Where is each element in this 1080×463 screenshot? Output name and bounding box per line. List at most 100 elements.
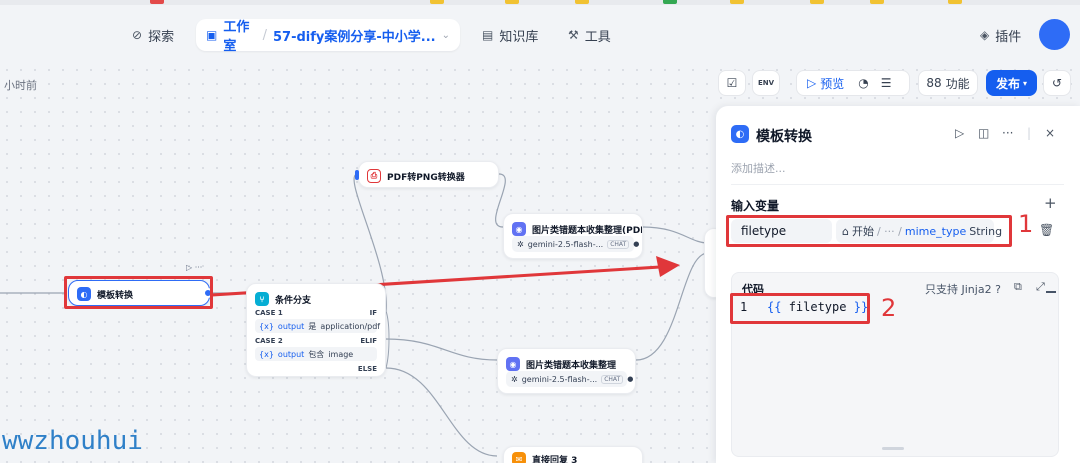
llm-icon: ◉ — [512, 222, 526, 236]
condition-1[interactable]: {x} output 是 application/pdf — [255, 319, 381, 333]
scrollbar[interactable] — [1046, 291, 1056, 293]
condition-2[interactable]: {x} output 包含 image — [255, 347, 377, 361]
checklist-button[interactable]: ☑ — [718, 70, 746, 96]
workflow-canvas[interactable]: 小时前 ☑ ENV ▷ 预览 ◔ ☰ 88 功能 发布 ▾ ↺ ⎙ PDF转PN… — [0, 63, 1080, 463]
node-run-icon[interactable]: ▷ ··· — [186, 263, 202, 272]
cube-icon: ◈ — [980, 28, 990, 42]
nav-plugins-label: 插件 — [995, 29, 1022, 45]
gemini-icon: ✲ — [511, 374, 518, 384]
panel-title[interactable]: 模板转换 — [756, 126, 812, 146]
pdf-icon: ⎙ — [367, 169, 381, 183]
publish-button[interactable]: 发布 ▾ — [986, 70, 1037, 96]
branch-icon: ⑂ — [255, 292, 269, 306]
expand-icon[interactable]: ⤢ — [1036, 280, 1045, 294]
jinja-note-text: 只支持 Jinja2 — [925, 283, 992, 296]
condition-operator: 包含 — [308, 349, 325, 359]
breadcrumb-separator: / — [262, 27, 268, 43]
features-icon: 88 — [926, 76, 942, 90]
case-label: CASE 1 — [255, 309, 283, 317]
annotation-box — [726, 215, 1012, 247]
bookmark-icon[interactable] — [870, 0, 884, 4]
chat-badge: CHAT — [607, 239, 630, 249]
case-label: CASE 2 — [255, 337, 283, 345]
node-title: 图片类错题本收集整理(PDF转 — [532, 225, 642, 236]
copy-icon[interactable]: ⧉ — [1014, 280, 1022, 294]
node-llm-image[interactable]: ◉ 图片类错题本收集整理 ✲ gemini-2.5-flash-... CHAT… — [497, 348, 636, 394]
history-icon: ↺ — [1051, 76, 1063, 90]
condition-value: image — [328, 349, 354, 359]
resize-handle[interactable] — [882, 447, 904, 450]
trash-icon[interactable]: 🗑 — [1039, 223, 1054, 237]
bookmark-icon[interactable] — [948, 0, 962, 4]
annotation-box — [64, 276, 213, 309]
condition-value: application/pdf — [320, 321, 381, 331]
nav-explore[interactable]: ⊘ 探索 — [132, 23, 174, 47]
node-settings-panel: ◐ 模板转换 ▷ ◫ ··· | × 添加描述... 输入变量 + filety… — [716, 106, 1080, 463]
nav-knowledge[interactable]: ▤ 知识库 — [482, 23, 538, 47]
else-label: ELSE — [357, 365, 377, 373]
run-icon[interactable]: ▷ — [955, 126, 964, 140]
node-input-port[interactable] — [355, 170, 359, 180]
env-button[interactable]: ENV — [752, 70, 780, 96]
help-icon[interactable]: ? — [995, 283, 1001, 296]
annotation-box — [730, 293, 870, 324]
bookmark-icon[interactable] — [150, 0, 164, 4]
nav-studio[interactable]: 工作室 — [223, 16, 256, 54]
studio-breadcrumb[interactable]: ▣ 工作室 / 57-dify案例分享-中小学... ⌄ — [196, 16, 460, 54]
condition-operator: 是 — [308, 321, 317, 331]
list-icon[interactable]: ☰ — [881, 76, 892, 90]
model-name: gemini-2.5-flash-... — [527, 239, 604, 249]
nav-explore-label: 探索 — [148, 29, 175, 45]
if-label: IF — [369, 309, 377, 317]
preview-group: ▷ 预览 ◔ ☰ — [796, 70, 910, 96]
bookmark-icon[interactable] — [663, 0, 677, 4]
version-history-button[interactable]: ↺ — [1043, 70, 1071, 96]
features-button[interactable]: 88 功能 — [918, 70, 978, 96]
eye-icon: ● — [633, 240, 640, 248]
divider: | — [1027, 126, 1032, 140]
node-title: 条件分支 — [275, 295, 312, 306]
edge — [385, 367, 498, 457]
divider — [731, 184, 1064, 185]
bookmark-icon[interactable] — [430, 0, 444, 4]
book-open-icon[interactable]: ◫ — [978, 126, 989, 140]
robot-icon: ▣ — [206, 28, 218, 42]
edge — [385, 338, 498, 361]
watermark: wwzhouhui — [2, 426, 143, 456]
compass-icon: ⊘ — [132, 28, 143, 42]
reply-icon: ✉ — [512, 452, 526, 463]
close-icon[interactable]: × — [1045, 126, 1055, 140]
avatar[interactable] — [1039, 19, 1070, 50]
jinja-note: 只支持 Jinja2 ? — [925, 281, 1001, 297]
llm-icon: ◉ — [506, 357, 520, 371]
publish-label: 发布 — [995, 76, 1020, 91]
variable-icon: {x} — [259, 321, 274, 331]
bookmark-icon[interactable] — [810, 0, 824, 4]
history-run-icon[interactable]: ◔ — [858, 76, 868, 90]
annotation-arrowhead — [656, 256, 680, 277]
bookmark-icon[interactable] — [730, 0, 744, 4]
node-if-else[interactable]: ⑂ 条件分支 CASE 1 IF {x} output 是 applicatio… — [246, 283, 386, 377]
description-input[interactable]: 添加描述... — [731, 160, 786, 176]
add-variable-button[interactable]: + — [1044, 194, 1057, 212]
nav-plugins[interactable]: ◈ 插件 — [980, 23, 1021, 47]
node-direct-reply[interactable]: ✉ 直接回复 3 — [503, 446, 643, 463]
variable-icon: {x} — [259, 349, 274, 359]
nav-tools[interactable]: ⚒ 工具 — [568, 23, 611, 47]
preview-button[interactable]: 预览 — [820, 75, 844, 92]
hammer-icon: ⚒ — [568, 28, 579, 42]
annotation-label: 1 — [1018, 210, 1034, 238]
condition-variable: output — [277, 321, 305, 331]
annotation-label: 2 — [881, 294, 897, 322]
more-icon[interactable]: ··· — [1002, 126, 1013, 140]
bookmark-icon[interactable] — [575, 0, 589, 4]
app-name[interactable]: 57-dify案例分享-中小学... — [273, 26, 436, 45]
bookmark-icon[interactable] — [505, 0, 519, 4]
env-label: ENV — [757, 79, 775, 87]
chevron-down-icon: ▾ — [1023, 78, 1028, 88]
node-pdf-to-png[interactable]: ⎙ PDF转PNG转换器 — [358, 161, 499, 188]
node-llm-pdf[interactable]: ◉ 图片类错题本收集整理(PDF转 ✲ gemini-2.5-flash-...… — [503, 213, 643, 259]
chevron-down-icon[interactable]: ⌄ — [442, 30, 450, 41]
chat-badge: CHAT — [601, 374, 624, 384]
node-title: PDF转PNG转换器 — [387, 172, 465, 183]
